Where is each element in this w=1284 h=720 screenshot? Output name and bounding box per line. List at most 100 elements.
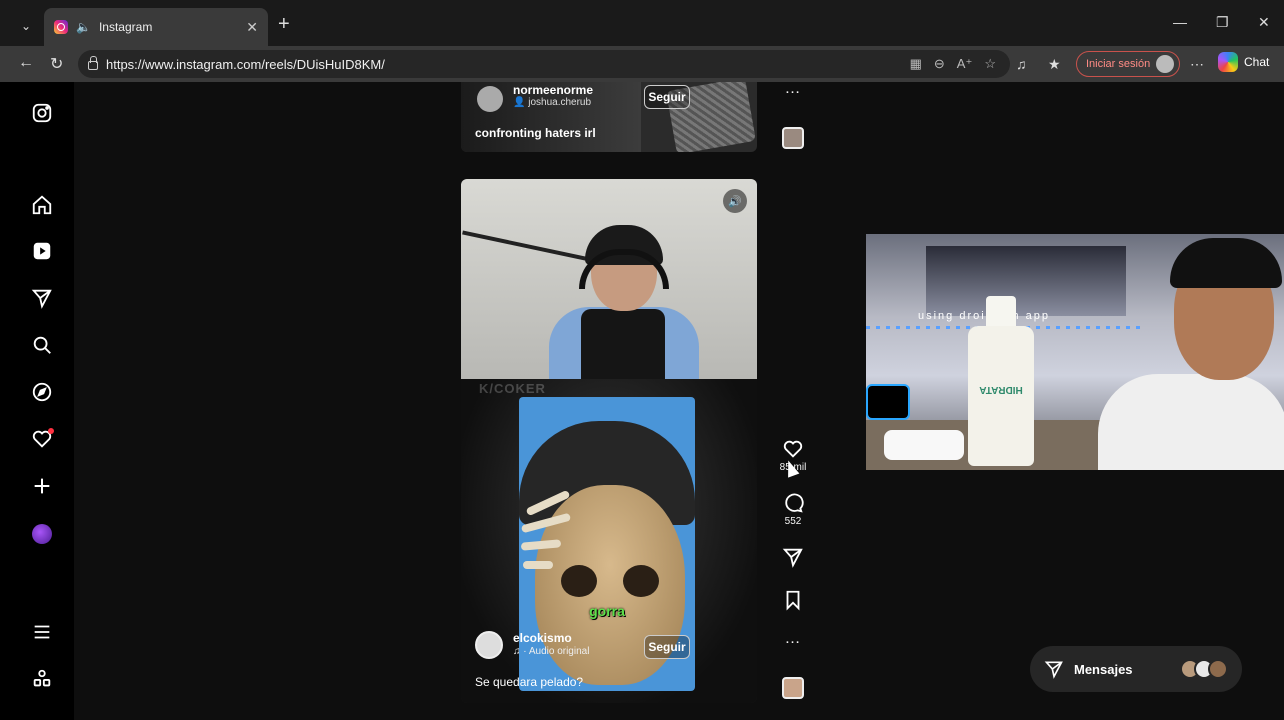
browser-tab[interactable]: 🔈 Instagram ✕: [44, 8, 268, 46]
more-options-icon[interactable]: ⋯: [1190, 56, 1204, 73]
streamer: [533, 225, 699, 387]
watermark: K/COKER: [479, 381, 546, 396]
reel-author-avatar[interactable]: [477, 86, 503, 112]
address-bar[interactable]: https://www.instagram.com/reels/DUisHuID…: [78, 50, 1010, 78]
profile-avatar-icon: [1156, 55, 1175, 73]
lotion-bottle: [968, 326, 1034, 466]
notification-dot: [48, 428, 54, 434]
favorite-star-icon[interactable]: ☆: [984, 56, 996, 72]
finger: [523, 561, 553, 569]
messages-button[interactable]: Mensajes: [1030, 646, 1242, 692]
signin-button[interactable]: Iniciar sesión: [1076, 51, 1180, 77]
explore-icon[interactable]: [29, 379, 55, 405]
monitor: [866, 384, 910, 420]
reel-streamer-video: 🔊: [461, 179, 757, 387]
follow-button[interactable]: Seguir: [644, 635, 690, 659]
collaborator-name: joshua.cherub: [528, 97, 592, 108]
home-icon[interactable]: [29, 192, 55, 218]
dots-icon: …: [784, 630, 802, 647]
close-tab-icon[interactable]: ✕: [246, 19, 258, 36]
previous-reel[interactable]: normeenorme 👤 joshua.cherub Seguir confr…: [461, 82, 757, 152]
streamer-vest: [581, 309, 665, 383]
reel-author-username[interactable]: normeenorme: [513, 83, 593, 97]
person-body: [1098, 374, 1284, 470]
url-text[interactable]: https://www.instagram.com/reels/DUisHuID…: [106, 57, 385, 72]
restore-icon[interactable]: ❐: [1216, 14, 1229, 31]
skull-eye-right: [623, 565, 659, 597]
follow-button[interactable]: Seguir: [644, 85, 690, 109]
also-from-meta-icon[interactable]: [29, 666, 55, 692]
reel-collaborator[interactable]: 👤 joshua.cherub: [513, 97, 591, 108]
profile-avatar[interactable]: [29, 521, 55, 547]
background-window: [926, 246, 1126, 316]
comment-button[interactable]: 552: [781, 492, 805, 527]
messages-icon[interactable]: [29, 285, 55, 311]
webcam-overlay-text: using droidcam app: [918, 310, 1051, 322]
back-icon[interactable]: ←: [18, 54, 34, 72]
reel-caption: confronting haters irl: [475, 126, 596, 140]
new-tab-icon[interactable]: +: [278, 14, 290, 34]
audio-label: · Audio original: [523, 646, 590, 657]
tab-title: Instagram: [98, 20, 153, 34]
save-button[interactable]: [781, 589, 805, 611]
bookmark-icon: [786, 590, 800, 611]
reel-caption: Se quedara pelado?: [475, 675, 584, 689]
share-icon: [782, 548, 803, 568]
instagram-favicon-icon: [54, 20, 68, 34]
person-cap: [1170, 238, 1282, 288]
previous-audio-thumbnail[interactable]: [781, 127, 805, 149]
instagram-logo-icon[interactable]: [29, 100, 55, 126]
reel-author-username[interactable]: elcokismo: [513, 631, 572, 645]
reel-main-video: K/COKER gorra elcokismo ♫ · Audio origin…: [461, 379, 757, 703]
finger: [520, 512, 572, 534]
reels-icon[interactable]: [29, 238, 55, 264]
media-control-icon[interactable]: ♫: [1016, 56, 1027, 72]
search-icon[interactable]: [29, 332, 55, 358]
reload-icon[interactable]: ↻: [50, 54, 63, 74]
messages-icon: [1044, 661, 1063, 679]
finger: [520, 539, 562, 551]
copilot-icon: [1218, 52, 1238, 72]
share-button[interactable]: [781, 546, 805, 568]
heart-icon: [783, 440, 803, 458]
more-menu-icon[interactable]: [29, 619, 55, 645]
zoom-icon[interactable]: ⊖: [934, 56, 945, 72]
bottle-label: HIDRATA: [979, 384, 1023, 395]
video-subtitle: gorra: [589, 603, 625, 619]
app-available-icon[interactable]: ▦: [910, 56, 922, 72]
browser-tab-bar: ⌄ 🔈 Instagram ✕ + — ❐ ✕: [0, 0, 1284, 46]
create-icon[interactable]: [29, 473, 55, 499]
comment-count: 552: [784, 516, 802, 527]
dots-icon: …: [784, 80, 802, 97]
close-window-icon[interactable]: ✕: [1258, 14, 1270, 31]
messages-label: Mensajes: [1074, 661, 1133, 677]
reel-author-avatar[interactable]: [475, 631, 503, 659]
current-reel[interactable]: 🔊 K/COKER gorra elcokismo ♫ · Audio orig…: [461, 179, 757, 703]
address-bar-actions: ▦ ⊖ A⁺ ☆: [910, 56, 996, 72]
audio-thumbnail: [782, 677, 804, 699]
minimize-icon[interactable]: —: [1173, 14, 1187, 30]
speaker-icon[interactable]: 🔈: [76, 20, 91, 34]
tab-actions-icon[interactable]: ⌄: [12, 14, 40, 38]
comment-icon: [785, 493, 804, 513]
favorites-icon[interactable]: ★: [1048, 56, 1061, 73]
webcam-overlay: using droidcam app HIDRATA: [866, 234, 1284, 470]
cloth: [884, 430, 964, 460]
notifications-icon[interactable]: [29, 426, 55, 452]
previous-more-options-icon[interactable]: …: [781, 80, 805, 97]
lock-icon: [88, 56, 98, 70]
message-avatars: [1180, 659, 1228, 679]
sidebar: [10, 82, 74, 720]
audio-thumbnail-button[interactable]: [781, 677, 805, 699]
audio-thumbnail: [782, 127, 804, 149]
reel-audio[interactable]: ♫ · Audio original: [513, 646, 589, 657]
copilot-chat-button[interactable]: Chat: [1218, 52, 1269, 72]
more-options-icon[interactable]: …: [781, 630, 805, 647]
read-aloud-icon[interactable]: A⁺: [957, 56, 973, 72]
browser-toolbar: ← ↻ https://www.instagram.com/reels/DUis…: [0, 46, 1284, 82]
profile-picture: [32, 524, 52, 544]
signin-label: Iniciar sesión: [1086, 58, 1151, 70]
bottle-pump: [986, 296, 1016, 330]
skeleton-hand: [520, 489, 577, 589]
sound-toggle-icon[interactable]: 🔊: [723, 189, 747, 213]
